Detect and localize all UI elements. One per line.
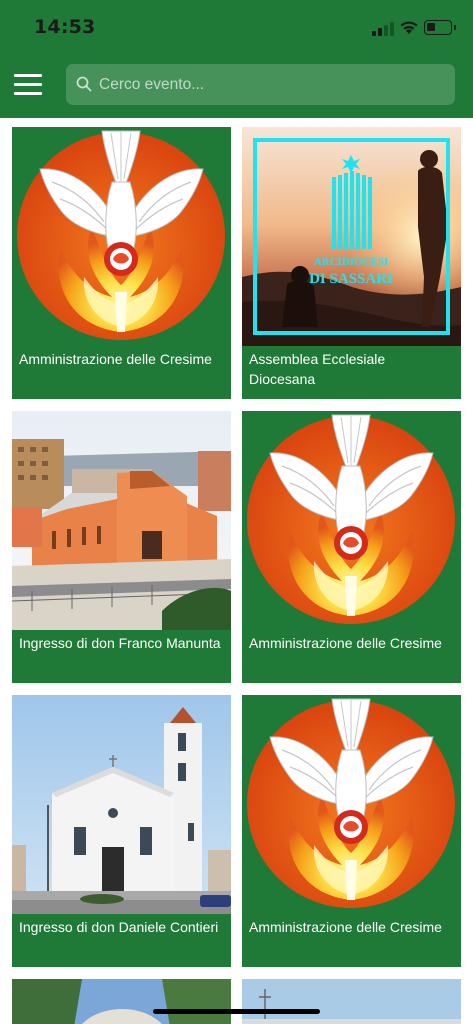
event-card-partial[interactable] (12, 979, 231, 1024)
event-card[interactable]: Ingresso di don Franco Manunta (12, 411, 231, 683)
event-card[interactable]: Amministrazione delle Cresime (12, 127, 231, 399)
holy-spirit-dove-logo (12, 127, 231, 346)
event-title: Ingresso di don Franco Manunta (19, 635, 221, 651)
event-title: Amministrazione delle Cresime (249, 635, 442, 651)
status-time: 14:53 (34, 16, 96, 38)
battery-icon (424, 20, 456, 35)
hamburger-menu-button[interactable] (14, 74, 42, 96)
event-title: Assemblea Ecclesiale Diocesana (249, 351, 386, 387)
white-church-photo (12, 695, 231, 914)
event-card-partial[interactable] (242, 979, 461, 1024)
holy-spirit-dove-logo (242, 695, 461, 914)
event-image-partial (12, 979, 231, 1024)
holy-spirit-dove-logo (242, 411, 461, 630)
event-title: Amministrazione delle Cresime (19, 351, 212, 367)
event-title: Ingresso di don Daniele Contieri (19, 919, 219, 935)
events-grid: Amministrazione delle Cresime ARCIDIOCES… (0, 118, 473, 1024)
event-card[interactable]: Amministrazione delle Cresime (242, 695, 461, 967)
event-card[interactable]: Ingresso di don Daniele Contieri (12, 695, 231, 967)
event-card[interactable]: ARCIDIOCESI DI SASSARI Assemblea Ecclesi… (242, 127, 461, 399)
status-bar: 14:53 (0, 0, 473, 56)
event-image-partial (242, 979, 461, 1024)
event-title: Amministrazione delle Cresime (249, 919, 442, 935)
home-indicator (153, 1009, 320, 1014)
search-icon (76, 76, 92, 92)
cellular-signal-icon (372, 22, 394, 36)
search-input[interactable] (99, 64, 449, 105)
logo-text-line1: ARCIDIOCESI (314, 256, 389, 268)
orange-church-photo (12, 411, 231, 630)
app-header: 14:53 (0, 0, 473, 118)
search-bar[interactable] (66, 64, 455, 105)
logo-text-line2: DI SASSARI (309, 271, 393, 287)
arcidiocesi-sassari-image: ARCIDIOCESI DI SASSARI (242, 127, 461, 346)
wifi-icon (400, 21, 418, 34)
event-card[interactable]: Amministrazione delle Cresime (242, 411, 461, 683)
